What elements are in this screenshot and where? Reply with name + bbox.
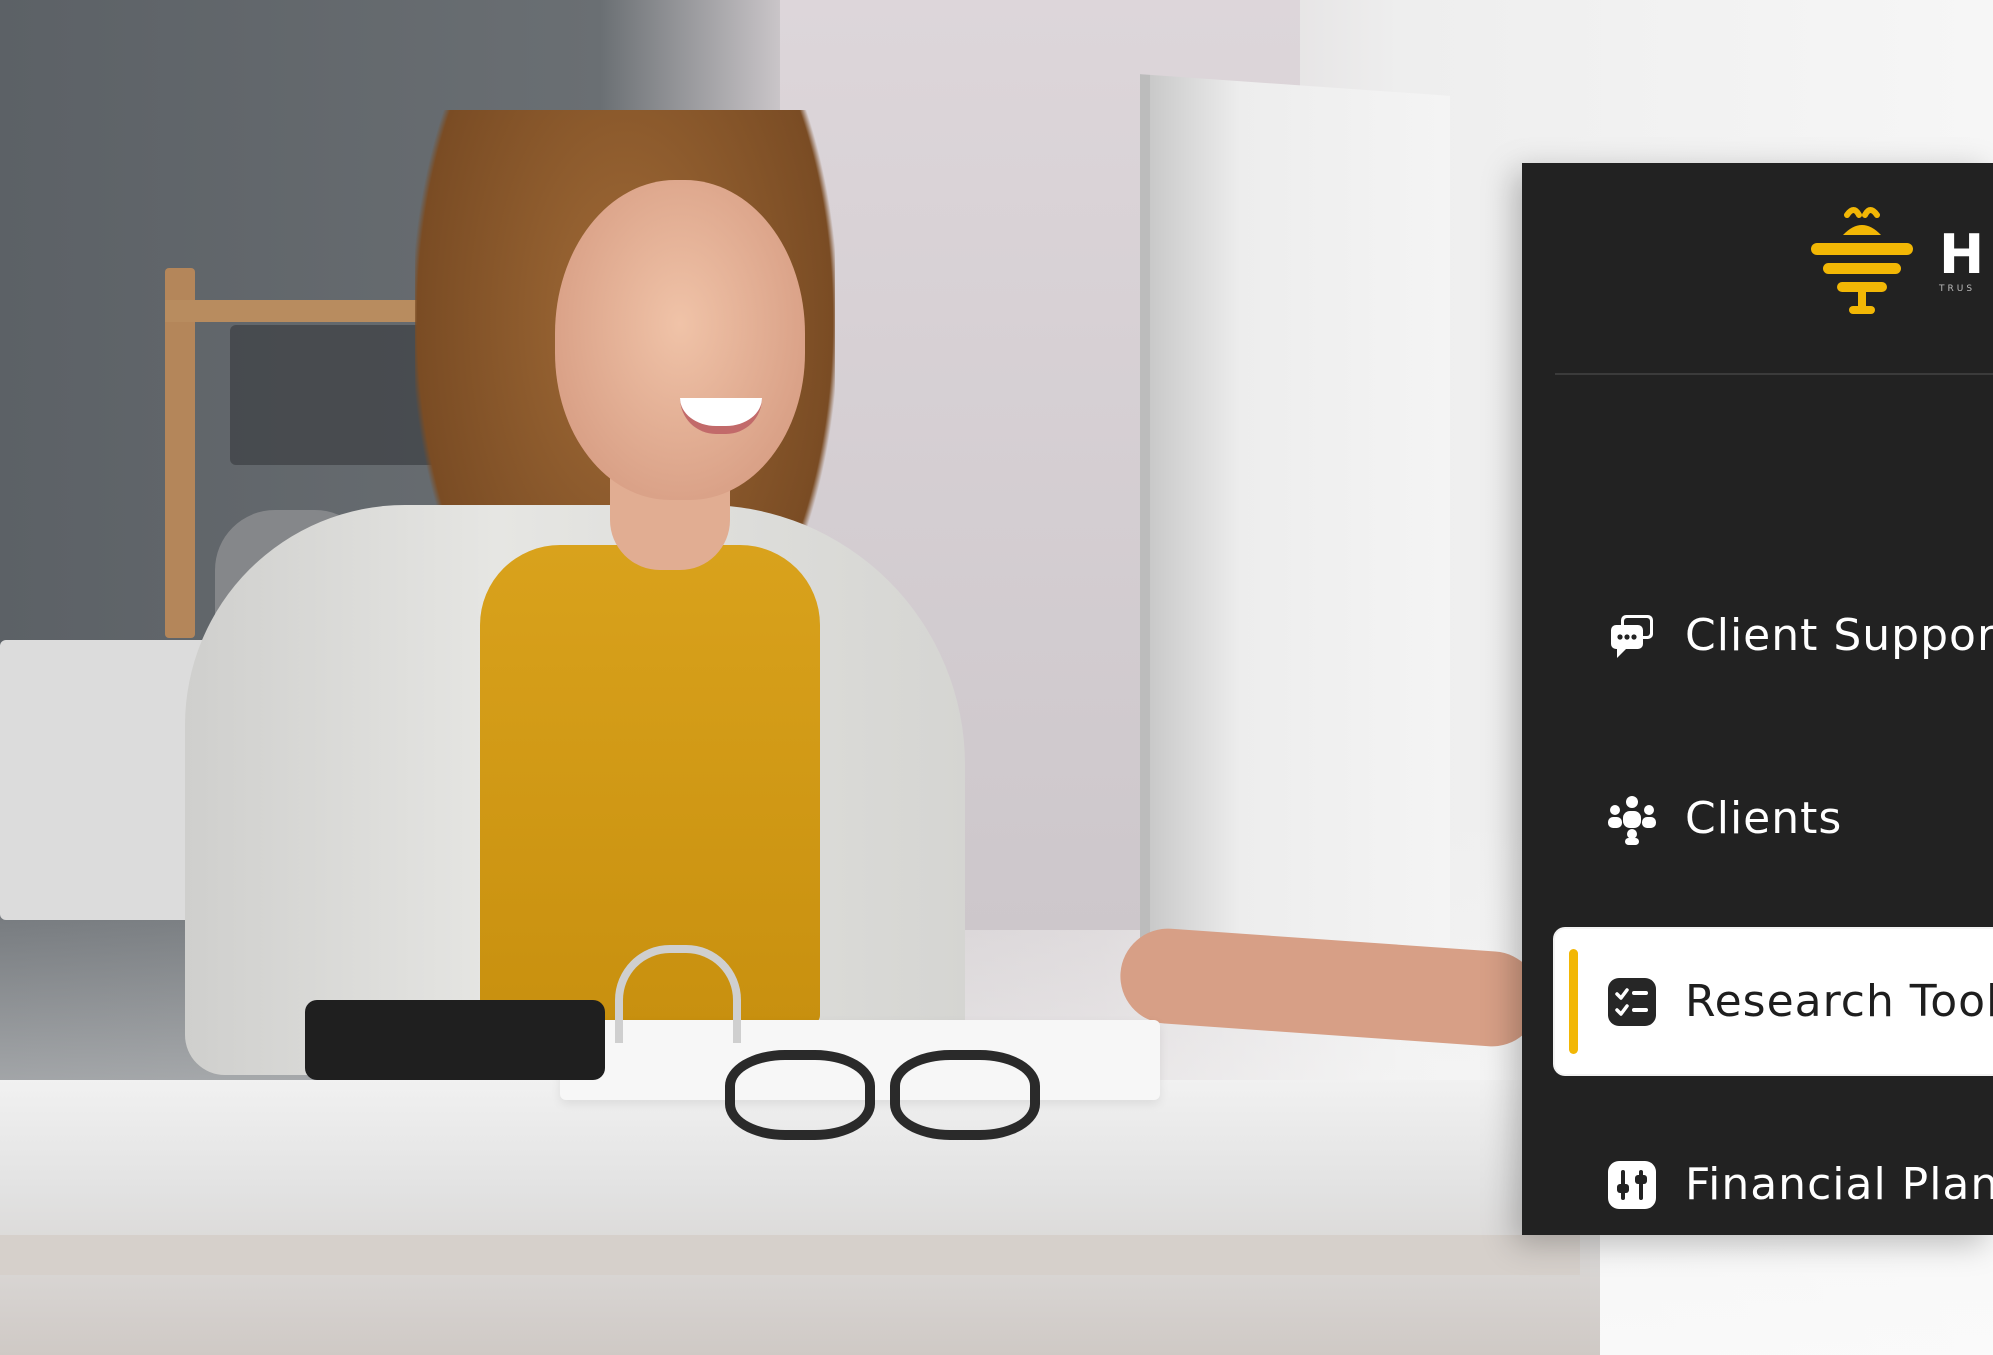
- photo-left-monitor: [0, 640, 210, 920]
- brand-text: H TRUS: [1939, 223, 1985, 295]
- photo-binder-rings: [615, 945, 741, 1043]
- sidebar-item-label: Financial Planning: [1685, 1159, 1993, 1210]
- sidebar-nav: Client Support Clients Research Tools Fi…: [1555, 563, 1993, 1235]
- sidebar-item-label: Research Tools: [1685, 976, 1993, 1027]
- app-sidebar: H TRUS Client Support Clients Research T…: [1522, 163, 1993, 1235]
- brand-name: H: [1939, 223, 1985, 286]
- sliders-icon: [1608, 1160, 1656, 1209]
- sidebar-item-label: Client Support: [1685, 610, 1993, 661]
- active-indicator: [1569, 949, 1578, 1054]
- photo-arm: [1117, 925, 1543, 1050]
- sidebar-item-research-tools[interactable]: Research Tools: [1555, 929, 1993, 1074]
- sidebar-item-client-support[interactable]: Client Support: [1555, 563, 1993, 708]
- sidebar-item-financial-planning[interactable]: Financial Planning: [1555, 1112, 1993, 1235]
- photo-monitor: [1140, 74, 1450, 976]
- chat-bubbles-icon: [1611, 614, 1653, 658]
- bee-logo-icon: [1811, 207, 1913, 314]
- photo-shelf-post: [165, 268, 195, 638]
- photo-glasses-lens-right: [890, 1050, 1040, 1140]
- brand-tagline: TRUS: [1939, 284, 1976, 294]
- screenshot-scene: H TRUS Client Support Clients Research T…: [0, 0, 1993, 1355]
- brand-header[interactable]: H TRUS: [1807, 207, 1985, 314]
- photo-calculator: [305, 1000, 605, 1080]
- photo-desk-edge: [0, 1235, 1580, 1275]
- photo-face: [555, 180, 805, 500]
- photo-glasses-lens-left: [725, 1050, 875, 1140]
- users-group-icon: [1608, 795, 1656, 845]
- header-divider: [1555, 373, 1993, 375]
- sidebar-item-label: Clients: [1685, 793, 1843, 844]
- sidebar-item-clients[interactable]: Clients: [1555, 746, 1993, 891]
- checklist-icon: [1608, 977, 1656, 1026]
